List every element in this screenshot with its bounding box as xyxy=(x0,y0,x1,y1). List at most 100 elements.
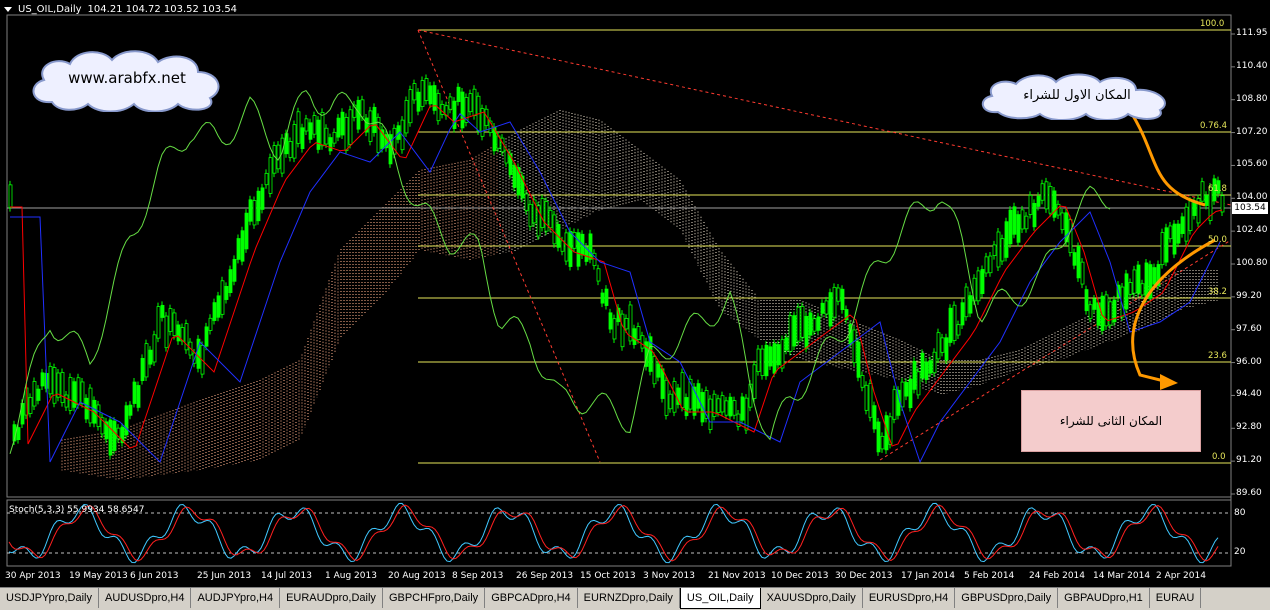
candle-body xyxy=(424,78,429,101)
candle-body xyxy=(16,427,21,440)
price-tick: 104.00 xyxy=(1236,192,1268,203)
candle-body xyxy=(1032,203,1037,228)
candle-body xyxy=(868,382,873,418)
candle-body xyxy=(344,117,349,151)
candle-body xyxy=(632,328,637,345)
candle-body xyxy=(640,335,645,349)
candle-body xyxy=(1016,214,1021,243)
candle-body xyxy=(76,377,81,406)
candle-body xyxy=(852,329,857,364)
chevron-down-icon[interactable] xyxy=(4,7,12,12)
first-buy-text: المكان الاول للشراء xyxy=(1023,87,1131,103)
tab-usdjpypro-daily[interactable]: USDJPYpro,Daily xyxy=(0,588,99,608)
candle-body xyxy=(764,344,769,377)
date-tick: 2 Apr 2014 xyxy=(1156,571,1206,581)
stoch-title: Stoch(5,3,3) 55.9934 58.6547 xyxy=(9,505,145,515)
candle-body xyxy=(268,157,273,194)
chart-window[interactable]: US_OIL,Daily 104.21 104.72 103.52 103.54… xyxy=(0,0,1270,610)
candle-body xyxy=(804,316,809,349)
candle-body xyxy=(740,396,745,421)
date-tick: 10 Dec 2013 xyxy=(771,571,829,581)
candle-body xyxy=(88,387,93,424)
candle-body xyxy=(916,371,921,396)
fib-label: 38.2 xyxy=(1208,287,1227,297)
candle-body xyxy=(808,312,813,336)
candle-body xyxy=(312,115,317,135)
tab-xauusdpro-daily[interactable]: XAUUSDpro,Daily xyxy=(761,588,863,608)
candle-body xyxy=(944,337,949,361)
candle-body xyxy=(208,317,213,331)
date-tick: 3 Nov 2013 xyxy=(643,571,695,581)
candle-body xyxy=(240,230,245,262)
arrow-head-icon xyxy=(1160,374,1178,390)
candle-body xyxy=(956,324,961,336)
candle-body xyxy=(420,80,425,107)
candle-body xyxy=(212,302,217,321)
candle-body xyxy=(32,381,37,407)
candle-body xyxy=(776,344,781,366)
candle-body xyxy=(560,240,565,252)
candle-body xyxy=(840,288,845,310)
candle-body xyxy=(56,372,61,398)
tab-euraudpro-daily[interactable]: EURAUDpro,Daily xyxy=(280,588,383,608)
candle-body xyxy=(136,385,141,408)
price-tick: 108.80 xyxy=(1236,93,1268,104)
candle-body xyxy=(756,348,761,373)
tab-audjpypro-h4[interactable]: AUDJPYpro,H4 xyxy=(191,588,281,608)
price-tick: 96.00 xyxy=(1236,356,1262,367)
candle-body xyxy=(800,306,805,338)
candle-body xyxy=(660,368,665,399)
tab-audusdpro-h4[interactable]: AUDUSDpro,H4 xyxy=(99,588,192,608)
candle-body xyxy=(28,396,33,414)
candle-body xyxy=(564,232,569,262)
chikou-line xyxy=(9,89,1111,455)
candle-body xyxy=(768,346,773,367)
tab-eurusdpro-h4[interactable]: EURUSDpro,H4 xyxy=(863,588,956,608)
candle-body xyxy=(512,164,517,188)
candle-body xyxy=(668,393,673,410)
candle-body xyxy=(260,187,265,210)
tab-gbpusdpro-daily[interactable]: GBPUSDpro,Daily xyxy=(955,588,1059,608)
tab-gbpcadpro-h4[interactable]: GBPCADpro,H4 xyxy=(485,588,578,608)
candle-body xyxy=(976,270,981,302)
candle-body xyxy=(940,337,945,353)
tab-eurnzdpro-daily[interactable]: EURNZDpro,Daily xyxy=(578,588,680,608)
candle-body xyxy=(980,269,985,294)
candle-body xyxy=(224,286,229,300)
candle-body xyxy=(372,106,377,133)
date-tick: 20 Aug 2013 xyxy=(388,571,446,581)
candle-body xyxy=(1004,221,1009,258)
candle-body xyxy=(1088,304,1093,319)
candle-body xyxy=(236,238,241,260)
candle-body xyxy=(60,372,65,403)
price-tick: 97.60 xyxy=(1236,323,1262,334)
candle-body xyxy=(112,420,117,451)
candle-body xyxy=(824,300,829,315)
candle-body xyxy=(620,313,625,348)
symbol-tabs: USDJPYpro,Daily AUDUSDpro,H4 AUDJPYpro,H4 E… xyxy=(0,587,1270,610)
price-tick: 110.40 xyxy=(1236,60,1268,71)
candle-body xyxy=(1080,261,1085,285)
tab-eurau[interactable]: EURAU xyxy=(1150,588,1202,608)
candle-body xyxy=(904,382,909,397)
tab-gbpchfpro-daily[interactable]: GBPCHFpro,Daily xyxy=(383,588,486,608)
candle-body xyxy=(624,318,629,330)
candle-body xyxy=(232,258,237,282)
tab-gbpaudpro-h1[interactable]: GBPAUDpro,H1 xyxy=(1058,588,1150,608)
candle-body xyxy=(680,372,685,408)
candle-body xyxy=(280,137,285,174)
candle-body xyxy=(964,286,969,318)
candle-body xyxy=(340,111,345,136)
candle-body xyxy=(1184,206,1189,242)
price-tick: 102.40 xyxy=(1236,225,1268,236)
candle-body xyxy=(1160,232,1165,266)
current-price-badge: 103.54 xyxy=(1232,202,1268,214)
date-tick: 26 Sep 2013 xyxy=(516,571,574,581)
date-tick: 5 Feb 2014 xyxy=(964,571,1015,581)
candle-body xyxy=(724,400,729,416)
tab-us-oil-daily[interactable]: US_OIL,Daily xyxy=(679,588,761,609)
candle-body xyxy=(636,326,641,341)
candle-body xyxy=(788,315,793,352)
candle-body xyxy=(404,100,409,134)
fib-label: 50.0 xyxy=(1208,235,1227,245)
